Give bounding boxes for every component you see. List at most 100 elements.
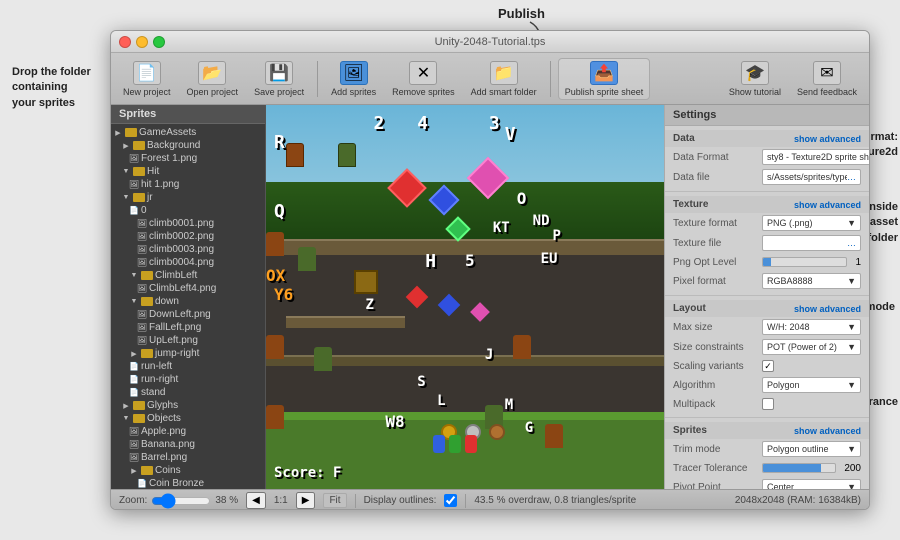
send-feedback-button[interactable]: ✉ Send feedback [791,59,863,99]
add-sprites-button[interactable]: 🖼 Add sprites [325,59,382,99]
png-opt-progress[interactable] [762,257,847,267]
settings-pivot-value[interactable]: Center ▼ [762,479,861,489]
tree-item[interactable]: ▶GameAssets [111,126,265,139]
tree-item[interactable]: 🖼Apple.png [111,425,265,438]
dropdown-arrow-size-constraints: ▼ [847,342,856,352]
zoom-slider[interactable] [151,496,211,506]
tree-item[interactable]: ▼jr [111,191,265,204]
settings-sprites-show-advanced[interactable]: show advanced [794,426,861,436]
tree-item[interactable]: ▶Background [111,139,265,152]
tree-item-icon: 🖼 [135,219,149,228]
tree-item[interactable]: 🖼ClimbLeft4.png [111,282,265,295]
tree-item[interactable]: ▶jump-right [111,347,265,360]
scale-display: 1:1 [270,495,292,506]
canvas-letter-h: H [425,251,436,272]
close-button[interactable] [119,36,131,48]
tree-item[interactable]: 🖼climb0002.png [111,230,265,243]
tree-item[interactable]: 📄Coin Bronze [111,477,265,489]
settings-data-section: Data show advanced Data Format sty8 - Te… [665,126,869,192]
step-fwd-button[interactable]: ▶ [296,492,316,509]
tree-item[interactable]: 🖼FallLeft.png [111,321,265,334]
settings-layout-header[interactable]: Layout show advanced [665,300,869,317]
tree-item-icon: 🖼 [135,336,149,345]
settings-texture-file-value[interactable]: … [762,235,861,251]
canvas-letter-j: J [485,347,493,363]
tree-item[interactable]: ▶Glyphs [111,399,265,412]
settings-texture-show-advanced[interactable]: show advanced [794,200,861,210]
settings-png-opt-label: Png Opt Level [673,257,758,268]
step-back-button[interactable]: ◀ [246,492,266,509]
tracer-progress[interactable] [762,463,836,473]
tree-item-label: ClimbLeft4.png [149,283,265,294]
publish-button[interactable]: 📤 Publish sprite sheet [558,58,651,100]
platform-2 [286,316,405,328]
display-outlines-checkbox[interactable] [444,494,457,507]
fit-button[interactable]: Fit [323,493,346,508]
scaling-variants-checkbox[interactable]: ✓ [762,360,774,372]
canvas-area[interactable]: Score: F R 2 4 3 Q H 5 OX V O KT ND P EU… [266,105,664,489]
tree-item[interactable]: 🖼Banana.png [111,438,265,451]
tree-item[interactable]: 🖼climb0004.png [111,256,265,269]
settings-data-label: Data [673,133,695,144]
settings-layout-show-advanced[interactable]: show advanced [794,304,861,314]
settings-algorithm-value[interactable]: Polygon ▼ [762,377,861,393]
tree-item-icon: ▶ [127,467,141,475]
tree-item[interactable]: 🖼DownLeft.png [111,308,265,321]
toolbar-separator-1 [317,61,318,97]
tree-item[interactable]: 🖼climb0001.png [111,217,265,230]
minimize-button[interactable] [136,36,148,48]
settings-data-file-value[interactable]: s/Assets/sprites/typehari … [762,169,861,185]
tree-item[interactable]: ▼Hit [111,165,265,178]
tree-item[interactable]: 📄run-right [111,373,265,386]
settings-pixel-format-label: Pixel format [673,276,758,287]
settings-texture-header[interactable]: Texture show advanced [665,196,869,213]
settings-data-header[interactable]: Data show advanced [665,130,869,147]
remove-sprites-button[interactable]: ✕ Remove sprites [386,59,461,99]
new-project-button[interactable]: 📄 New project [117,59,177,99]
tree-item[interactable]: ▶Coins [111,464,265,477]
open-project-button[interactable]: 📂 Open project [181,59,245,99]
save-project-button[interactable]: 💾 Save project [248,59,310,99]
settings-max-size-value[interactable]: W/H: 2048 ▼ [762,319,861,335]
window-title: Unity-2048-Tutorial.tps [435,36,546,48]
multipack-checkbox[interactable] [762,398,774,410]
canvas-number-5: 5 [465,251,475,270]
canvas-number-2: 2 [373,113,384,134]
tree-item[interactable]: 📄stand [111,386,265,399]
settings-pixel-format-value[interactable]: RGBA8888 ▼ [762,273,861,289]
tree-item-label: hit 1.png [141,179,265,190]
settings-trim-mode-value[interactable]: Polygon outline ▼ [762,441,861,457]
tracer-value: 200 [844,463,861,474]
settings-size-constraints-value[interactable]: POT (Power of 2) ▼ [762,339,861,355]
tree-item[interactable]: 📄run-left [111,360,265,373]
sprites-tree[interactable]: ▶GameAssets▶Background🖼Forest 1.png▼Hit🖼… [111,124,265,489]
settings-texture-format-value[interactable]: PNG (.png) ▼ [762,215,861,231]
tree-item[interactable]: ▼Objects [111,412,265,425]
maximize-button[interactable] [153,36,165,48]
canvas-letter-s: S [417,374,425,390]
add-smart-folder-button[interactable]: 📁 Add smart folder [465,59,543,99]
tree-item[interactable]: ▼down [111,295,265,308]
settings-scaling-label: Scaling variants [673,361,758,372]
tree-item-icon: 🖼 [135,284,149,293]
tree-item-icon: ▼ [119,168,133,175]
character-2 [338,143,356,167]
browse-texture-file[interactable]: … [847,238,856,248]
settings-data-show-advanced[interactable]: show advanced [794,134,861,144]
browse-data-file[interactable]: … [847,172,856,182]
folder-icon [141,271,153,280]
show-tutorial-button[interactable]: 🎓 Show tutorial [723,59,787,99]
tree-item[interactable]: 🖼Barrel.png [111,451,265,464]
tree-item[interactable]: 🖼climb0003.png [111,243,265,256]
settings-data-format-value[interactable]: sty8 - Texture2D sprite she ▼ [762,149,869,165]
tree-item[interactable]: 📄0 [111,204,265,217]
tree-item[interactable]: 🖼UpLeft.png [111,334,265,347]
png-opt-fill [763,258,771,266]
status-step-controls[interactable]: ◀ 1:1 ▶ [246,492,315,509]
settings-sprites-header[interactable]: Sprites show advanced [665,422,869,439]
settings-algorithm-label: Algorithm [673,380,758,391]
tree-item-label: UpLeft.png [149,335,265,346]
tree-item[interactable]: 🖼Forest 1.png [111,152,265,165]
tree-item[interactable]: 🖼hit 1.png [111,178,265,191]
tree-item[interactable]: ▼ClimbLeft [111,269,265,282]
